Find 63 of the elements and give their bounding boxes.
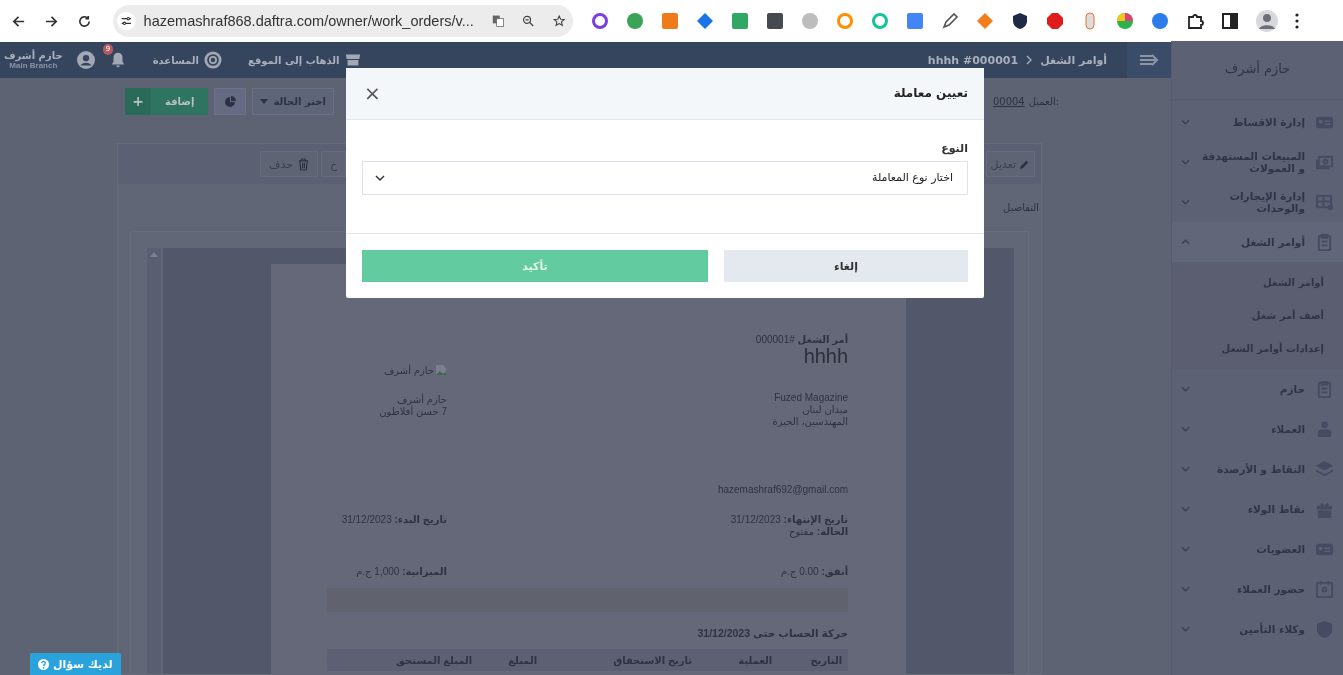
more-icon[interactable] [1295,13,1299,29]
reports-button[interactable] [214,88,247,115]
zoom-icon[interactable] [522,13,535,29]
shield-icon [1315,619,1334,639]
avatar-icon[interactable] [1256,10,1278,32]
circle-icon[interactable] [1151,12,1169,30]
clipboard-icon [1315,232,1334,252]
chevron-icon [1181,386,1191,392]
octagon-icon[interactable] [1046,12,1064,30]
chevron-icon [1181,626,1191,632]
type-select[interactable]: اختار نوع المعاملة [362,160,968,195]
help-button[interactable]: لديك سؤال [30,653,121,675]
person-icon [1315,419,1334,439]
circle-icon[interactable] [836,12,854,30]
address-bar[interactable]: hazemashraf868.daftra.com/owner/work_orders/v... [113,5,573,37]
help-link[interactable]: المساعدة [152,51,222,69]
add-button[interactable]: + إضافة [125,88,209,115]
square-icon[interactable] [766,12,784,30]
lifebuoy-icon [203,51,222,69]
puzzle-icon[interactable] [1186,12,1204,30]
broken-image-icon [435,364,447,376]
close-button[interactable]: × [360,81,385,106]
modal-title: تعيين معاملة [893,86,968,101]
diamond-icon[interactable] [696,12,714,30]
side-panel-icon[interactable] [1221,12,1239,30]
star-icon[interactable] [552,13,565,29]
work-order-name: hhhh [802,345,849,368]
pen-icon[interactable] [941,12,959,30]
site-info-icon[interactable] [117,9,136,33]
chevron-icon [1181,546,1191,552]
chevron-icon [1181,586,1191,592]
chevron-icon [375,174,385,181]
calendar-icon [1315,579,1334,599]
user-avatar-icon[interactable] [76,51,95,69]
chevron-icon [1026,55,1033,65]
chevron-icon [1181,159,1191,165]
chevron-icon [1181,239,1191,245]
pie-chart-icon [224,95,237,108]
units-icon [1315,192,1334,212]
url-text: hazemashraf868.daftra.com/owner/work_orders/v... [143,13,474,29]
translate-icon[interactable] [491,13,505,29]
question-icon [38,658,49,670]
chevron-icon [1181,119,1191,125]
breadcrumb-link[interactable]: أوامر الشغل [1040,53,1108,67]
cancel-button[interactable]: إلغاء [724,250,968,282]
layers-icon [1315,459,1334,479]
field-label: النوع [940,141,968,155]
trash-icon [298,157,309,171]
user-name[interactable]: حازم أشرف [4,50,63,61]
page-title: hhhh #000001 [927,53,1019,67]
arrow-icon [1139,53,1160,67]
chevron-icon [1181,199,1191,205]
chevron-icon [1181,466,1191,472]
website-link[interactable]: الذهاب إلى الموقع [247,51,363,69]
collapse-button[interactable] [1127,42,1172,78]
chevron-icon [1181,426,1191,432]
shield-icon[interactable] [1011,12,1029,30]
branch-name: Main Branch [9,61,58,70]
ring-icon[interactable] [591,12,609,30]
chevron-icon [1181,506,1191,512]
scrollbar[interactable] [147,248,161,674]
color-wheel-icon[interactable] [1116,12,1134,30]
clipboard-icon [1315,379,1334,399]
